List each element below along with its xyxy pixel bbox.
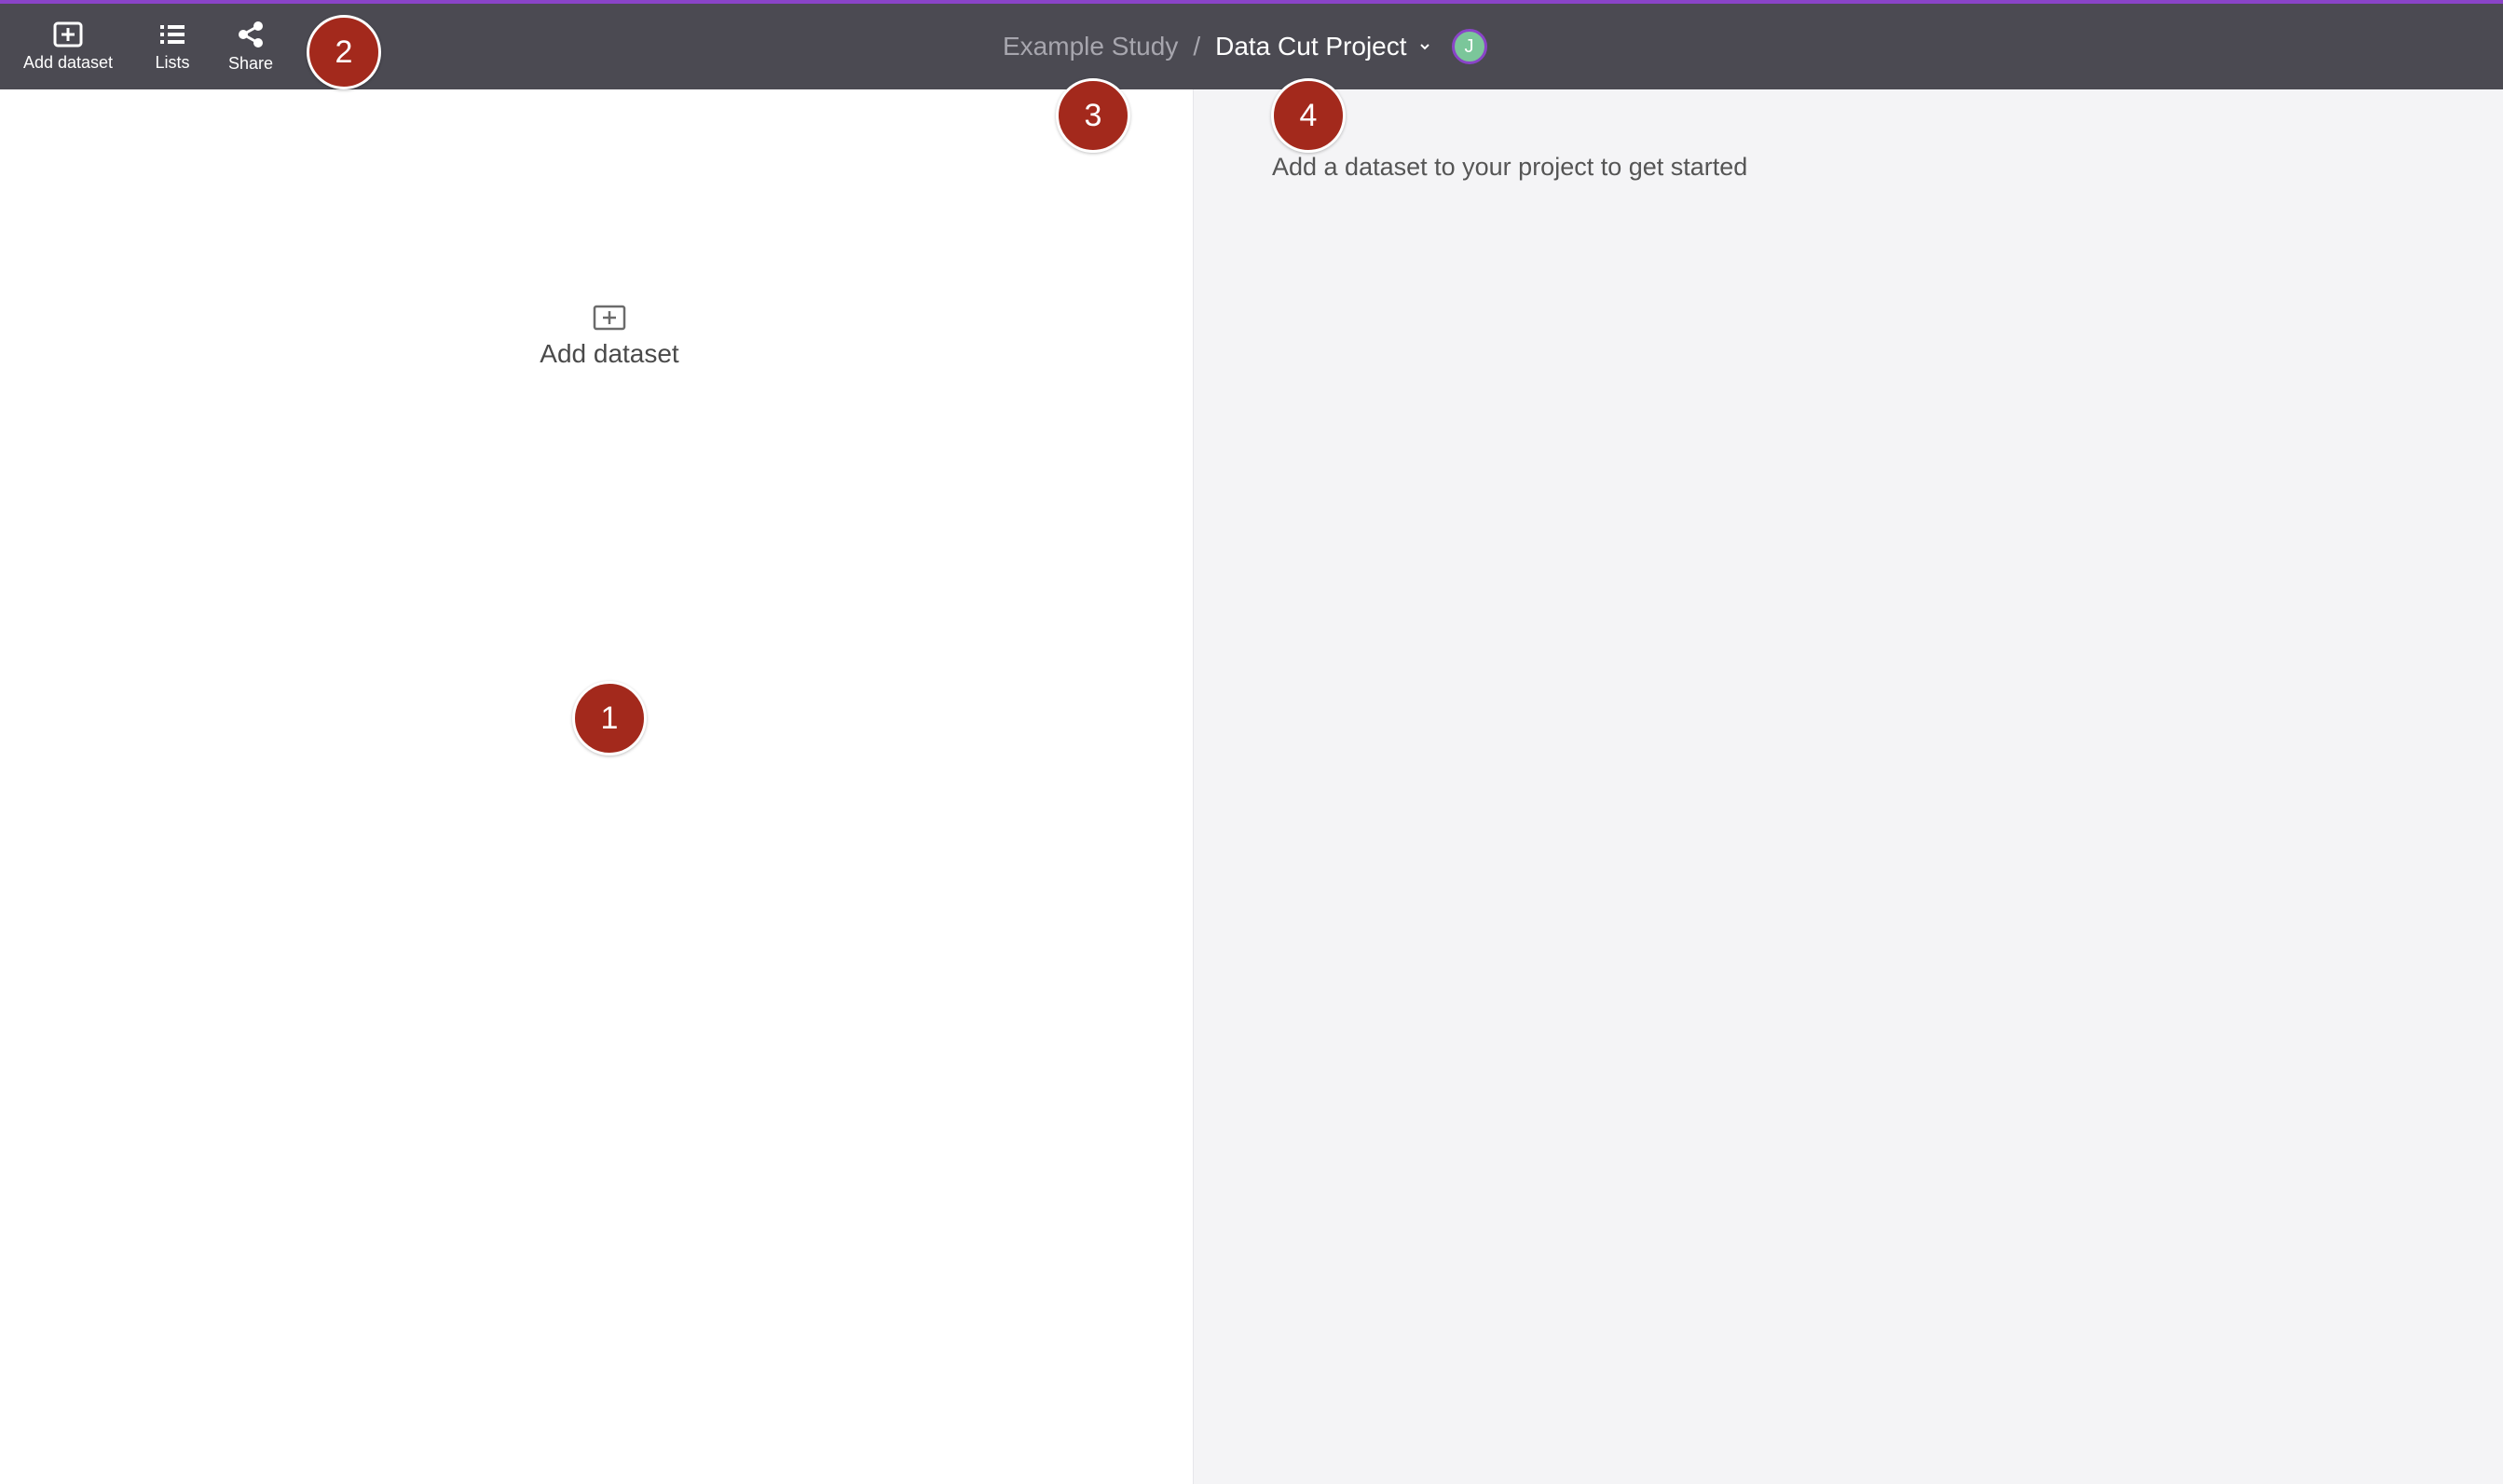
add-dataset-label: Add dataset [22,52,114,72]
lists-button[interactable]: Lists [149,4,196,89]
breadcrumb-separator: / [1193,32,1201,61]
share-icon [239,20,263,48]
callout-marker-1: 1 [572,681,647,756]
share-button[interactable]: Share [222,4,280,89]
callout-marker-4: 4 [1271,78,1346,153]
breadcrumb: Example Study / Data Cut Project J [1003,4,1487,89]
workspace-panel: Add a dataset to your project to get sta… [1193,89,2503,1484]
list-icon [160,24,185,44]
callout-marker-3: 3 [1056,78,1130,153]
share-label: Share [227,53,274,73]
empty-state-message: Add a dataset to your project to get sta… [1272,153,1748,181]
add-box-icon [53,21,83,47]
lists-label: Lists [155,52,190,72]
user-avatar[interactable]: J [1451,29,1487,64]
add-dataset-placeholder-button[interactable]: Add dataset [522,304,697,369]
breadcrumb-study-link[interactable]: Example Study [1003,32,1178,61]
callout-marker-2: 2 [307,15,381,89]
avatar-initial: J [1464,35,1474,57]
add-dataset-button[interactable]: Add dataset [13,4,123,89]
add-dataset-placeholder-label: Add dataset [540,339,679,368]
chevron-down-icon[interactable] [1418,40,1431,53]
breadcrumb-project-title[interactable]: Data Cut Project [1215,32,1406,61]
datasets-panel: Add dataset [0,89,1193,1484]
add-box-icon [593,305,626,331]
